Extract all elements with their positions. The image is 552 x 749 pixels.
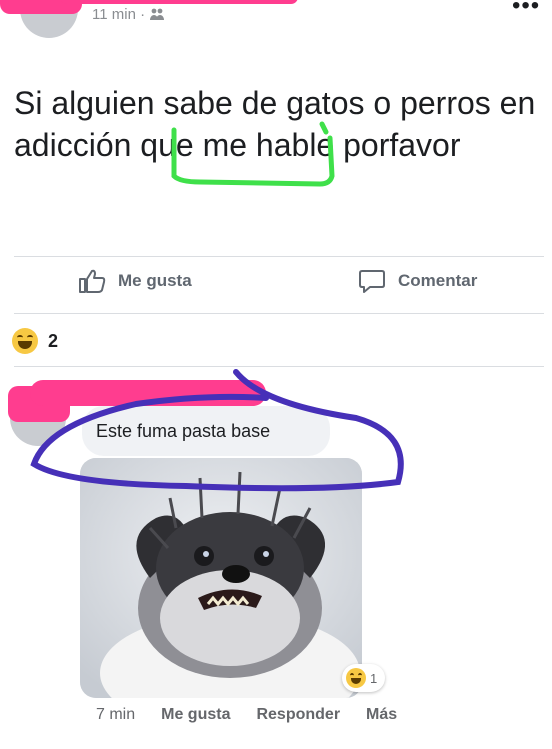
post-time[interactable]: 11 min ·	[92, 6, 165, 23]
comment-footer: 7 min Me gusta Responder Más	[96, 706, 397, 724]
comment-like-link[interactable]: Me gusta	[161, 706, 230, 724]
like-button[interactable]: Me gusta	[78, 268, 192, 294]
name-redaction-2	[60, 0, 298, 4]
haha-emoji-small-icon	[346, 668, 366, 688]
green-highlight-mark	[171, 121, 335, 187]
friends-icon	[149, 7, 165, 21]
divider-middle	[14, 313, 544, 314]
reaction-count: 2	[48, 330, 59, 351]
comment-label: Comentar	[398, 271, 478, 290]
comment-time[interactable]: 7 min	[96, 706, 135, 724]
comment-reply-link[interactable]: Responder	[256, 706, 340, 724]
comment-image-dog[interactable]	[80, 458, 362, 698]
thumbs-up-icon	[78, 268, 106, 294]
dog-photo	[80, 458, 362, 698]
image-reaction-count: 1	[370, 670, 378, 686]
comment-button[interactable]: Comentar	[358, 268, 477, 294]
more-options-icon[interactable]: •••	[512, 0, 540, 20]
like-label: Me gusta	[118, 271, 192, 290]
reaction-summary[interactable]: 2	[12, 328, 58, 354]
comment-icon	[358, 268, 386, 294]
post-time-text: 11 min ·	[92, 6, 146, 23]
divider-top	[14, 256, 544, 257]
comment-more-link[interactable]: Más	[366, 706, 397, 724]
haha-emoji-icon	[12, 328, 38, 354]
image-reaction-badge[interactable]: 1	[342, 664, 386, 692]
blue-circle-mark	[30, 369, 404, 492]
